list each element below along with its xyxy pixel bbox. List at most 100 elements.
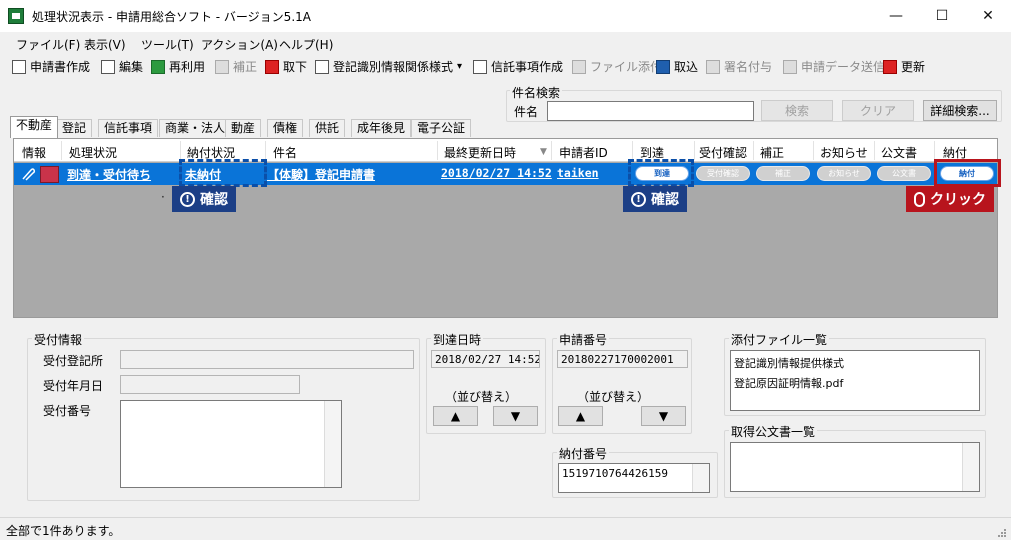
dropdown-arrow-icon[interactable]: ▾ (457, 61, 462, 72)
application-number-title: 申請番号 (557, 331, 610, 348)
menu-help[interactable]: ヘルプ(H) (279, 36, 333, 53)
arrival-datetime-field: 2018/02/27 14:52 (431, 350, 540, 368)
sort-down-icon: ▼ (540, 147, 547, 157)
header-subject[interactable]: 件名 (273, 144, 297, 161)
detail-search-button[interactable]: 詳細検索... (923, 100, 997, 121)
status-bar (0, 517, 1011, 540)
reuse-icon (151, 59, 165, 74)
official-docs-scrollbar[interactable] (962, 443, 979, 491)
tab-receivables[interactable]: 債権 (267, 119, 304, 137)
header-receipt-confirm[interactable]: 受付確認 (699, 144, 747, 161)
click-callout: クリック (906, 186, 994, 212)
send-data-button[interactable]: 申請データ送信 (783, 58, 885, 75)
attachments-list[interactable]: 登記識別情報提供様式 登記原因証明情報.pdf (730, 350, 980, 411)
status-text: 全部で1件あります。 (6, 524, 121, 538)
triangle-down-icon: ▼ (510, 409, 521, 423)
registration-form-icon (315, 59, 329, 74)
header-applicant-id[interactable]: 申請者ID (559, 144, 608, 161)
app-icon (8, 8, 24, 24)
sort-up-button[interactable]: ▲ (433, 406, 478, 426)
payment-number-field[interactable]: 1519710764426159 (558, 463, 710, 493)
amend-row-button[interactable]: 補正 (756, 166, 810, 181)
maximize-button[interactable]: ☐ (919, 0, 965, 32)
registry-document-icon (40, 166, 59, 183)
row-applicant-id[interactable]: taiken (557, 166, 599, 180)
header-amend[interactable]: 補正 (760, 144, 784, 161)
tab-real-estate[interactable]: 不動産 (10, 116, 59, 138)
import-icon (656, 59, 670, 74)
clear-button[interactable]: クリア (842, 100, 914, 121)
tab-movables[interactable]: 動産 (225, 119, 262, 137)
row-last-updated[interactable]: 2018/02/27 14:52 (441, 166, 552, 180)
tab-deposit[interactable]: 供託 (309, 119, 346, 137)
official-docs-list[interactable] (730, 442, 980, 492)
stray-dot: · (161, 190, 165, 204)
notice-button[interactable]: お知らせ (817, 166, 871, 181)
trust-document-icon (473, 59, 487, 74)
info-icon: ! (631, 191, 646, 207)
attach-file-button[interactable]: ファイル添付 (572, 58, 662, 75)
create-application-button[interactable]: 申請書作成 (12, 58, 90, 75)
sign-button[interactable]: 署名付与 (706, 58, 772, 75)
amend-icon (215, 59, 229, 74)
tab-notary[interactable]: 電子公証 (411, 119, 472, 137)
tab-registration[interactable]: 登記 (56, 119, 93, 137)
reception-date-label: 受付年月日 (43, 379, 104, 393)
close-button[interactable]: ✕ (965, 0, 1011, 32)
window-title: 処理状況表示 - 申請用総合ソフト - バージョン5.1A (32, 10, 311, 24)
trust-create-button[interactable]: 信託事項作成 (473, 58, 563, 75)
amend-button[interactable]: 補正 (215, 58, 257, 75)
application-number-field: 20180227170002001 (557, 350, 688, 368)
reuse-button[interactable]: 再利用 (151, 58, 205, 75)
edit-icon (101, 59, 115, 74)
receipt-confirm-button[interactable]: 受付確認 (696, 166, 750, 181)
header-notice[interactable]: お知らせ (820, 144, 868, 161)
registration-info-form-button[interactable]: 登記識別情報関係様式 ▾ (315, 58, 462, 75)
header-last-updated[interactable]: 最終更新日時 (444, 144, 516, 161)
refresh-button[interactable]: 更新 (883, 58, 925, 75)
reception-number-field[interactable] (120, 400, 342, 488)
triangle-up-icon: ▲ (450, 409, 461, 423)
import-button[interactable]: 取込 (656, 58, 698, 75)
header-info[interactable]: 情報 (22, 144, 46, 161)
row-subject[interactable]: 【体験】登記申請書 (267, 166, 375, 183)
official-doc-button[interactable]: 公文書 (877, 166, 931, 181)
reception-number-label: 受付番号 (43, 404, 92, 418)
minimize-button[interactable]: — (873, 0, 919, 32)
resize-grip-icon[interactable] (996, 526, 1006, 537)
menu-action[interactable]: アクション(A) (201, 36, 278, 53)
list-item[interactable]: 登記原因証明情報.pdf (734, 373, 976, 393)
paperclip-icon (20, 167, 36, 181)
tab-guardianship[interactable]: 成年後見 (351, 119, 412, 137)
send-icon (783, 59, 797, 74)
confirm-callout-payment: ! 確認 (172, 186, 236, 212)
confirm-callout-arrival: ! 確認 (623, 186, 687, 212)
header-status[interactable]: 処理状況 (69, 144, 117, 161)
sort-down-button[interactable]: ▼ (493, 406, 538, 426)
header-official-doc[interactable]: 公文書 (881, 144, 917, 161)
tab-trust[interactable]: 信託事項 (98, 119, 159, 137)
list-item[interactable]: 登記識別情報提供様式 (734, 353, 976, 373)
sort-label-2: （並び替え） (577, 390, 650, 404)
menu-file[interactable]: ファイル(F) (16, 36, 80, 53)
pay-highlight (934, 159, 1001, 187)
row-status[interactable]: 到達・受付待ち (67, 166, 151, 183)
document-new-icon (12, 59, 26, 74)
signature-icon (706, 59, 720, 74)
withdraw-button[interactable]: 取下 (265, 58, 307, 75)
menu-view[interactable]: 表示(V) (84, 36, 126, 53)
sort-down-button-2[interactable]: ▼ (641, 406, 686, 426)
subject-search-input[interactable] (547, 101, 754, 121)
paperclip-icon (572, 59, 586, 74)
arrival-highlight (628, 159, 694, 187)
reception-date-field (120, 375, 300, 394)
sort-up-button-2[interactable]: ▲ (558, 406, 603, 426)
search-button[interactable]: 検索 (761, 100, 833, 121)
reception-number-scrollbar[interactable] (324, 401, 341, 487)
menu-tools[interactable]: ツール(T) (141, 36, 194, 53)
payment-number-scrollbar[interactable] (692, 464, 709, 492)
tab-commercial[interactable]: 商業・法人 (159, 119, 232, 137)
official-docs-title: 取得公文書一覧 (729, 423, 818, 440)
edit-button[interactable]: 編集 (101, 58, 143, 75)
payment-status-highlight (179, 159, 267, 187)
